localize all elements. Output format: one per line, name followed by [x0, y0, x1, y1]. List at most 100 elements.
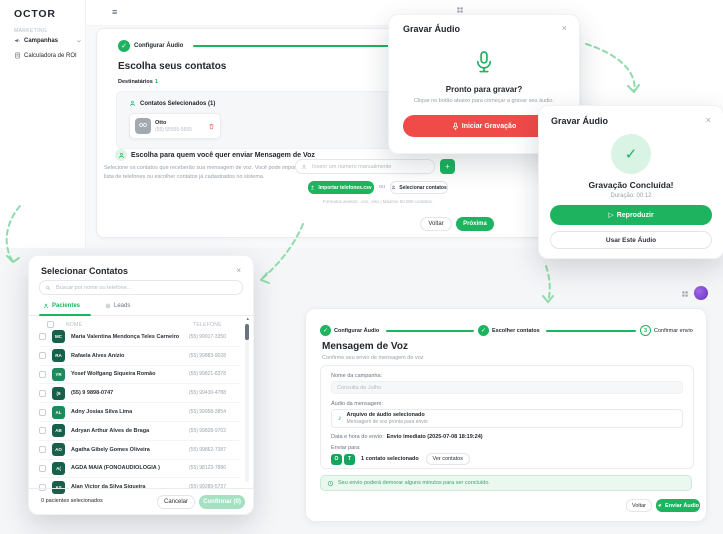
sidebar-item-label: Calculadora de ROI [24, 53, 77, 59]
send-to-label: Enviar para: [331, 445, 361, 451]
close-icon[interactable]: × [706, 116, 711, 125]
confirm-button[interactable]: Confirmar (0) [199, 495, 245, 509]
active-tab-underline [39, 314, 91, 316]
target-icon [105, 303, 111, 309]
step3-circle: 3 [640, 325, 651, 336]
audio-file-title: Arquivo de áudio selecionado [347, 412, 428, 418]
recipients-label: Destinatários [118, 79, 153, 85]
recipients-line: Destinatários 1 [118, 79, 158, 85]
scroll-up-icon[interactable]: ▴ [246, 316, 249, 322]
step3-number: 3 [644, 328, 647, 334]
search-icon [45, 285, 51, 291]
stepper-line [546, 330, 636, 332]
cancel-button[interactable]: Cancelar [157, 495, 195, 509]
import-phones-button[interactable]: Importar telefones.csv [308, 181, 374, 194]
chevron-down-icon [76, 38, 82, 44]
step2-label: Escolher contatos [492, 328, 540, 334]
menu-hamburger-icon[interactable]: ≡ [112, 7, 117, 17]
avatar: OO [135, 118, 151, 134]
select-all-checkbox[interactable] [47, 321, 54, 328]
row-checkbox[interactable] [39, 465, 46, 472]
avatar: MC [52, 330, 65, 343]
summary-box: Nome da campanha: Áudio da mensagem: ♪ A… [320, 365, 694, 469]
success-circle: ✓ [611, 134, 651, 174]
contact-name: Adryan Arthur Alves de Braga [71, 428, 183, 434]
sidebar-item-campanhas[interactable]: Campanhas [14, 37, 82, 44]
row-checkbox[interactable] [39, 409, 46, 416]
play-icon: ▷ [608, 211, 613, 219]
trash-icon[interactable] [208, 123, 215, 130]
step1-circle: ✓ [320, 325, 331, 336]
contact-name: (55) 9 9898-0747 [71, 390, 183, 396]
tab-pacientes-label: Pacientes [52, 303, 80, 309]
contact-name: Yosef Wolfgang Siqueira Romão [71, 371, 183, 377]
tab-pacientes[interactable]: Pacientes [43, 303, 80, 309]
tab-leads[interactable]: Leads [105, 303, 130, 309]
contact-search-input[interactable] [54, 284, 237, 292]
contact-name: Maria Valentina Mendonça Teles Carneiro [71, 334, 183, 340]
sidebar-item-label: Campanhas [24, 38, 58, 44]
scrollbar-track[interactable] [245, 324, 249, 482]
chip-contact-name: Otto [155, 120, 204, 126]
use-audio-button[interactable]: Usar Este Áudio [550, 231, 712, 249]
table-row[interactable]: AO Agatha Gibely Gomes Oliveira (55) 998… [39, 441, 241, 460]
user-avatar[interactable] [694, 286, 708, 300]
grid-apps-icon[interactable] [456, 6, 464, 14]
close-icon[interactable]: × [562, 24, 567, 33]
row-checkbox[interactable] [39, 371, 46, 378]
import-button-label: Importar telefones.csv [318, 185, 371, 191]
chip-contact-phone: (55) 55555-5555 [155, 127, 204, 133]
row-checkbox[interactable] [39, 390, 46, 397]
megaphone-icon [14, 37, 21, 44]
close-icon[interactable]: × [236, 266, 241, 275]
voice-message-confirm-panel: ✓ Configurar Áudio ✓ Escolher contatos 3… [305, 308, 707, 522]
audio-file-status: Mensagem de voz pronta para envio [347, 419, 428, 425]
scrollbar-thumb[interactable] [245, 324, 249, 340]
plus-icon: + [445, 162, 450, 171]
modal-footer: 0 pacientes selecionados Cancelar Confir… [29, 488, 253, 515]
step3-label: Confirmar envio [654, 328, 693, 334]
table-row[interactable]: RA Rafaela Alves Anízio (55) 99883-9028 [39, 347, 241, 366]
row-checkbox[interactable] [39, 352, 46, 359]
table-row[interactable]: A( AGDA MAIA (FONOAUDIOLOGIA ) (55) 9812… [39, 460, 241, 479]
contact-name: AGDA MAIA (FONOAUDIOLOGIA ) [71, 465, 183, 471]
contact-search-box [39, 280, 243, 295]
table-row[interactable]: YR Yosef Wolfgang Siqueira Romão (55) 99… [39, 366, 241, 385]
campaign-name-input[interactable] [331, 381, 683, 394]
contact-phone: (55) 99883-9028 [189, 353, 241, 359]
table-row[interactable]: AB Adryan Arthur Alves de Braga (55) 998… [39, 422, 241, 441]
row-checkbox[interactable] [39, 333, 46, 340]
microphone-icon [474, 49, 494, 75]
ready-caption: Clique no botão abaixo para começar a gr… [389, 98, 579, 104]
recipient-avatar: O [331, 454, 342, 465]
sidebar-item-calculadora-roi[interactable]: Calculadora de ROI [14, 52, 82, 59]
view-contacts-button[interactable]: Ver contatos [426, 453, 470, 465]
play-button[interactable]: ▷ Reproduzir [550, 205, 712, 225]
row-checkbox[interactable] [39, 446, 46, 453]
back-button[interactable]: Voltar [420, 217, 452, 231]
row-checkbox[interactable] [39, 427, 46, 434]
done-duration: Duração: 00:12 [539, 193, 723, 199]
person-icon [129, 100, 136, 107]
modal-title: Selecionar Contatos [41, 266, 128, 276]
table-row[interactable]: MC Maria Valentina Mendonça Teles Carnei… [39, 328, 241, 347]
table-row[interactable]: AL Adny Josias Silva Lima (55) 99958-385… [39, 403, 241, 422]
contact-name: Adny Josias Silva Lima [71, 409, 183, 415]
send-audio-button[interactable]: Enviar Áudio [656, 499, 700, 512]
grid-apps-icon[interactable] [681, 290, 689, 298]
check-icon: ✓ [323, 327, 328, 334]
table-row[interactable]: (9 (55) 9 9898-0747 (55) 99430-4788 [39, 384, 241, 403]
or-label: ou [379, 184, 385, 190]
audio-file-box: ♪ Arquivo de áudio selecionado Mensagem … [331, 409, 683, 428]
people-icon [43, 303, 49, 309]
back-button[interactable]: Voltar [626, 499, 652, 512]
contacts-table: MC Maria Valentina Mendonça Teles Carnei… [39, 328, 241, 496]
next-button[interactable]: Próxima [456, 217, 494, 231]
stepper-line [386, 330, 474, 332]
confirm-title: Mensagem de Voz [322, 341, 408, 352]
select-contacts-button[interactable]: Selecionar contatos [390, 181, 448, 194]
manual-number-input[interactable] [310, 163, 429, 171]
add-number-button[interactable]: + [440, 159, 455, 174]
start-recording-label: Iniciar Gravação [462, 123, 516, 130]
microphone-icon [452, 122, 459, 131]
